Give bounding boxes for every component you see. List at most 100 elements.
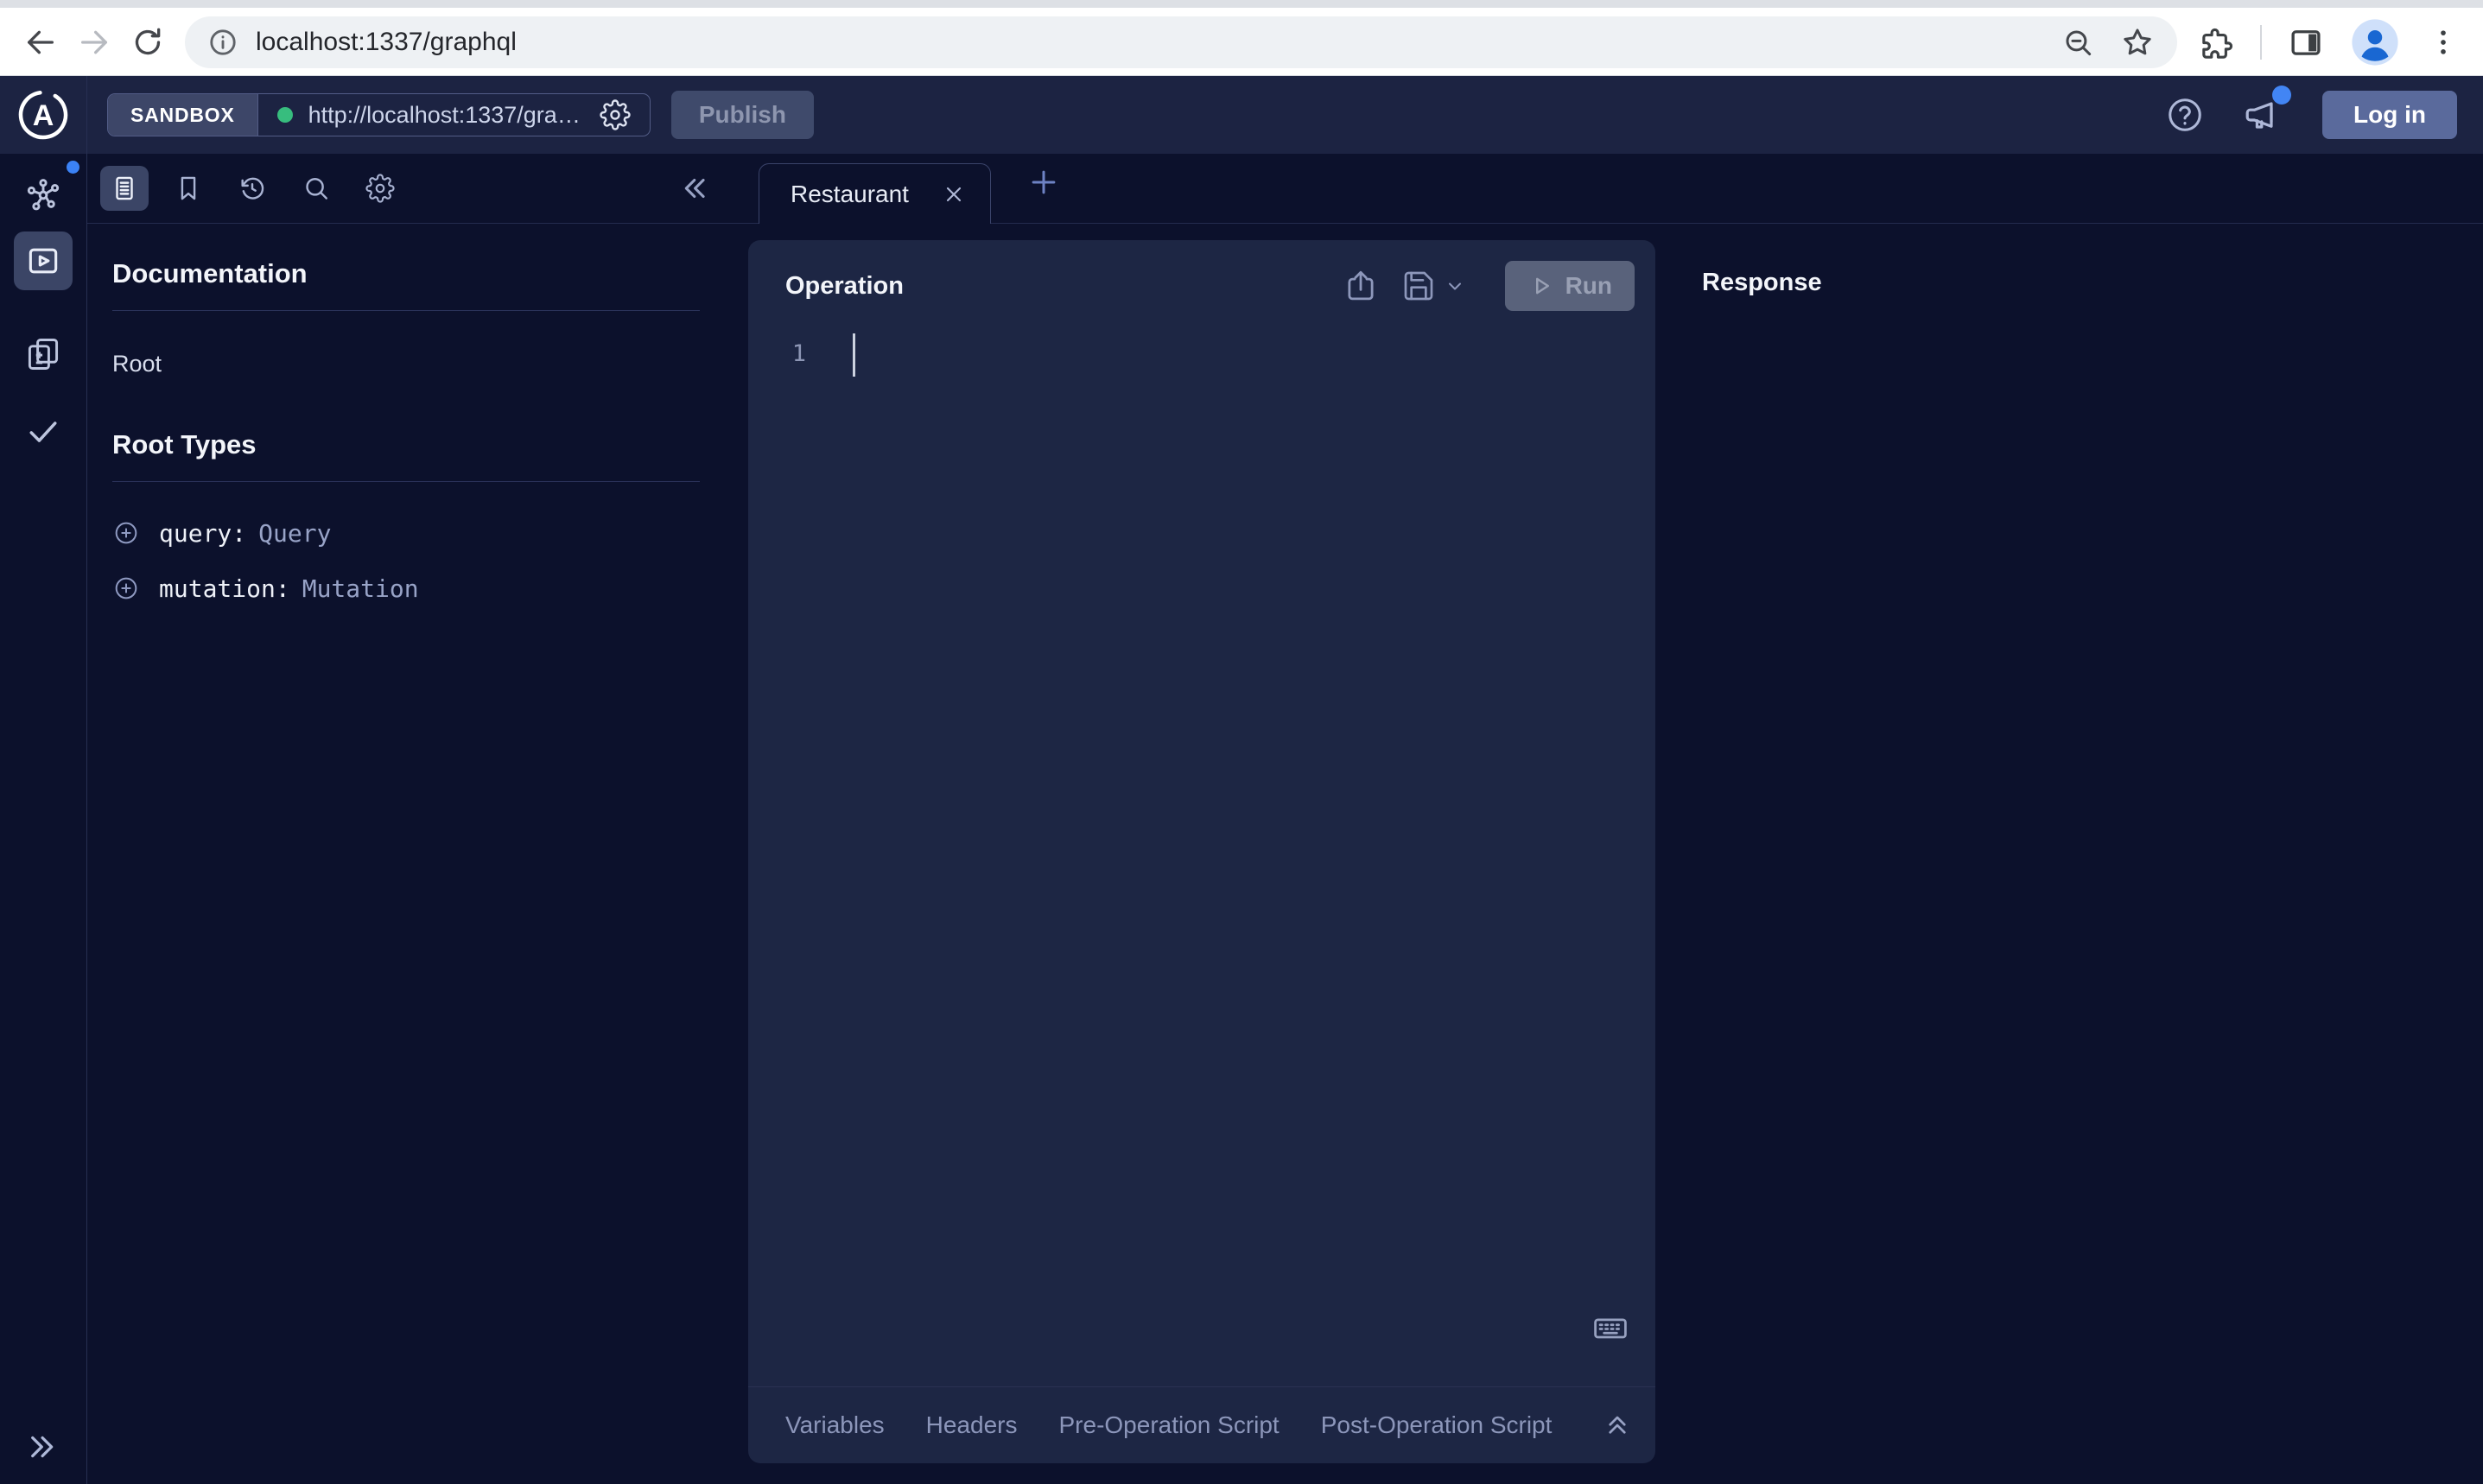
browser-reload-button[interactable] [121,16,175,69]
chevrons-up-icon [1602,1410,1633,1441]
field-name[interactable]: mutation: [159,574,290,603]
tab-documentation[interactable] [100,166,149,211]
root-type-row-query[interactable]: query: Query [112,511,700,555]
apollo-logo[interactable]: A [0,88,86,142]
tab-pre-operation-script[interactable]: Pre-Operation Script [1059,1411,1280,1439]
profile-avatar[interactable] [2350,17,2400,67]
endpoint-url-text[interactable]: http://localhost:1337/gra… [308,102,581,129]
zoom-out-icon[interactable] [2061,26,2094,59]
operation-tab-restaurant[interactable]: Restaurant [759,163,991,224]
tab-headers[interactable]: Headers [926,1411,1018,1439]
tab-variables[interactable]: Variables [785,1411,885,1439]
save-floppy-icon [1401,269,1436,303]
field-type-link[interactable]: Mutation [302,574,419,603]
tab-saved-operations[interactable] [164,166,213,211]
top-tab-band: Restaurant [86,154,2483,224]
share-operation-icon[interactable] [1343,268,1379,304]
back-arrow-icon [23,25,58,60]
keyboard-shortcuts-icon[interactable] [1591,1309,1629,1347]
graph-network-icon [24,176,62,214]
bookmark-icon [174,174,203,203]
browser-back-button[interactable] [14,16,67,69]
text-cursor [853,333,855,377]
collapse-panel-button[interactable] [677,172,710,205]
chevron-down-icon[interactable] [1445,276,1465,296]
plus-icon [1027,166,1060,199]
root-type-row-mutation[interactable]: mutation: Mutation [112,567,700,610]
document-list-icon [110,174,139,203]
address-bar[interactable]: localhost:1337/graphql [185,16,2177,68]
root-types-title: Root Types [112,429,700,460]
run-button[interactable]: Run [1505,261,1635,311]
checkmark-icon [24,413,62,451]
tab-post-operation-script[interactable]: Post-Operation Script [1321,1411,1553,1439]
browser-toolbar: localhost:1337/graphql [0,0,2483,76]
history-clock-icon [238,174,267,203]
tab-title: Restaurant [791,181,909,208]
expand-rail-button[interactable] [25,1429,61,1465]
line-number: 1 [748,332,830,1386]
browser-menu-icon[interactable] [2426,25,2461,60]
response-title: Response [1702,269,1822,296]
apollo-toolbar: A SANDBOX http://localhost:1337/gra… Pub… [0,76,2483,154]
divider [112,481,700,482]
reload-icon [130,25,165,60]
toolbar-separator [2260,25,2262,60]
site-info-icon[interactable] [207,27,238,58]
expand-footer-button[interactable] [1602,1410,1633,1441]
connection-status-dot [277,107,293,123]
play-icon [1527,273,1553,299]
extensions-icon[interactable] [2198,24,2234,60]
operation-area: Operation Run [748,224,1676,1484]
search-icon [302,174,331,203]
operation-editor[interactable]: 1 [748,311,1655,1386]
doc-root-link[interactable]: Root [112,351,700,377]
response-panel: Response [1676,224,2483,1484]
workspace: Restaurant Documentation Root Root Types [0,154,2483,1484]
side-panel-icon[interactable] [2288,24,2324,60]
add-field-icon[interactable] [112,574,140,602]
operation-footer-tabs: Variables Headers Pre-Operation Script P… [748,1386,1655,1463]
main-area: Restaurant Documentation Root Root Types [86,154,2483,1484]
sidebar-item-schema[interactable] [14,166,73,225]
endpoint-url-field[interactable]: http://localhost:1337/gra… [258,94,650,136]
doc-panel-tabs [86,154,748,223]
tab-search[interactable] [292,166,340,211]
content-row: Documentation Root Root Types query: Que… [86,224,2483,1484]
operation-title: Operation [785,272,904,301]
publish-button[interactable]: Publish [671,91,814,139]
field-type-link[interactable]: Query [258,519,331,548]
bookmark-star-icon[interactable] [2120,25,2155,60]
help-icon[interactable] [2165,95,2205,135]
documentation-panel: Documentation Root Root Types query: Que… [86,224,748,1484]
browser-forward-button[interactable] [67,16,121,69]
sidebar-item-changelog[interactable] [14,325,73,384]
notification-dot [2272,86,2291,105]
connection-settings-gear-icon[interactable] [600,99,631,130]
documentation-title: Documentation [112,258,700,289]
close-tab-icon[interactable] [942,182,966,206]
url-text[interactable]: localhost:1337/graphql [256,28,517,57]
tab-history[interactable] [228,166,276,211]
new-tab-button[interactable] [1027,166,1060,199]
sandbox-badge: SANDBOX [108,94,258,136]
tab-settings[interactable] [356,166,404,211]
explorer-play-icon [24,242,62,280]
gear-icon [365,174,395,203]
left-icon-rail [0,154,86,1484]
chevrons-right-icon [25,1429,61,1465]
field-name[interactable]: query: [159,519,246,548]
run-label: Run [1565,272,1612,300]
sidebar-item-checks[interactable] [14,403,73,461]
divider [112,310,700,311]
forward-arrow-icon [77,25,111,60]
svg-text:A: A [33,99,54,132]
login-button[interactable]: Log in [2322,91,2457,139]
docs-diff-icon [24,335,62,373]
sidebar-item-explorer[interactable] [14,231,73,290]
close-icon [942,182,966,206]
announcements-megaphone-icon[interactable] [2243,94,2284,136]
save-operation-button[interactable] [1401,269,1465,303]
add-field-icon[interactable] [112,519,140,547]
endpoint-chip: SANDBOX http://localhost:1337/gra… [107,93,651,136]
